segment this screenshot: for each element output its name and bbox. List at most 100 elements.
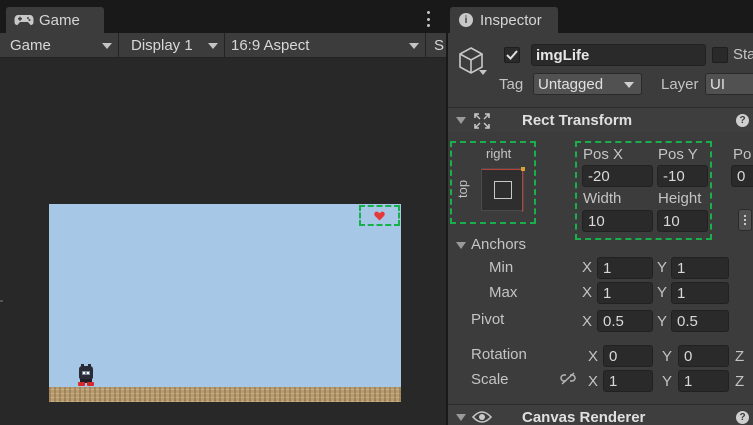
pivot-x-value: 0.5 <box>603 312 624 330</box>
inspector-panel: i Inspector imgLife Sta Tag Untagged Lay… <box>448 0 753 425</box>
pos-y-value: -10 <box>663 167 685 185</box>
pos-z-field[interactable]: 0 <box>731 165 753 187</box>
width-value: 10 <box>588 212 605 230</box>
info-icon: i <box>459 13 473 27</box>
life-image-selection[interactable] <box>359 205 400 226</box>
rotation-label: Rotation <box>471 346 527 363</box>
scale-y-value: 1 <box>684 372 693 390</box>
scale-x-label: X <box>588 373 599 390</box>
object-name-field[interactable]: imgLife <box>531 44 706 66</box>
height-field[interactable]: 10 <box>657 210 708 232</box>
pivot-y-value: 0.5 <box>677 312 698 330</box>
rotation-x-label: X <box>588 348 599 365</box>
tab-game-label: Game <box>39 11 80 29</box>
canvas-renderer-header[interactable]: Canvas Renderer ? <box>448 404 753 425</box>
game-more-menu-icon[interactable] <box>423 11 433 27</box>
chevron-down-icon <box>208 43 218 49</box>
chevron-down-icon <box>102 43 112 49</box>
pos-y-field[interactable]: -10 <box>657 165 708 187</box>
tag-dropdown[interactable]: Untagged <box>533 73 642 95</box>
pos-x-value: -20 <box>588 167 610 185</box>
active-checkbox[interactable] <box>504 47 520 63</box>
min-y-label: Y <box>657 259 668 276</box>
pivot-label: Pivot <box>471 311 505 328</box>
rotation-y-label: Y <box>662 348 673 365</box>
game-screen[interactable] <box>49 204 401 402</box>
anchors-fold-icon[interactable] <box>456 242 466 249</box>
scale-x-field[interactable]: 1 <box>603 370 653 392</box>
layer-dropdown[interactable]: UI <box>705 73 753 95</box>
ground-strip <box>49 387 401 402</box>
pivot-y-field[interactable]: 0.5 <box>671 310 729 332</box>
width-label: Width <box>583 190 622 207</box>
pos-x-field[interactable]: -20 <box>582 165 653 187</box>
max-y-value: 1 <box>677 284 686 302</box>
pos-z-label: Po <box>733 146 752 163</box>
view-mode-value: Game <box>10 37 51 54</box>
player-character-icon <box>78 364 94 386</box>
game-panel: Game Game Display 1 16:9 Aspect S <box>0 0 446 425</box>
rotation-y-value: 0 <box>684 347 693 365</box>
max-x-value: 1 <box>603 284 612 302</box>
inspector-body: imgLife Sta Tag Untagged Layer UI Rect T… <box>448 33 753 425</box>
aspect-dropdown[interactable]: 16:9 Aspect <box>225 33 426 58</box>
width-field[interactable]: 10 <box>582 210 653 232</box>
fold-arrow-icon[interactable] <box>456 414 466 421</box>
max-y-field[interactable]: 1 <box>671 282 729 304</box>
static-checkbox[interactable] <box>712 47 728 63</box>
anchor-preset-button[interactable] <box>481 167 525 212</box>
checkmark-icon <box>506 50 518 60</box>
min-y-field[interactable]: 1 <box>671 257 729 279</box>
anchor-point-icon <box>521 167 525 171</box>
pivot-x-field[interactable]: 0.5 <box>597 310 653 332</box>
scale-y-label: Y <box>662 373 673 390</box>
anchor-top-line <box>482 169 525 170</box>
rotation-x-value: 0 <box>609 347 618 365</box>
anchor-horizontal-label: right <box>486 146 512 161</box>
view-mode-dropdown[interactable]: Game <box>4 33 119 58</box>
max-x-field[interactable]: 1 <box>597 282 653 304</box>
tab-game[interactable]: Game <box>6 7 104 33</box>
display-dropdown[interactable]: Display 1 <box>125 33 225 58</box>
rotation-z-label: Z <box>735 348 745 365</box>
scale-z-label: Z <box>735 373 745 390</box>
blueprint-mode-button[interactable] <box>738 209 752 231</box>
help-icon[interactable]: ? <box>736 411 749 424</box>
pos-y-label: Pos Y <box>658 146 698 163</box>
anchor-vertical-label: top <box>455 179 470 198</box>
help-icon[interactable]: ? <box>736 114 749 127</box>
pivot-y-label: Y <box>657 313 668 330</box>
display-value: Display 1 <box>131 37 193 54</box>
scale-label: S <box>434 37 445 54</box>
pivot-x-label: X <box>582 313 593 330</box>
rect-transform-title: Rect Transform <box>522 112 633 129</box>
eye-icon <box>472 411 492 423</box>
rotation-y-field[interactable]: 0 <box>678 345 729 367</box>
heart-icon <box>374 211 385 220</box>
min-x-field[interactable]: 1 <box>597 257 653 279</box>
pos-z-value: 0 <box>737 167 746 185</box>
min-y-value: 1 <box>677 259 686 277</box>
min-label: Min <box>489 259 514 276</box>
inspector-tab-bar: i Inspector <box>448 0 753 33</box>
rect-transform-header[interactable]: Rect Transform ? <box>448 107 753 132</box>
tab-inspector[interactable]: i Inspector <box>450 7 558 33</box>
game-tab-bar: Game <box>0 0 446 33</box>
chevron-down-icon <box>409 43 419 49</box>
rect-transform-icon <box>474 113 490 129</box>
scale-y-field[interactable]: 1 <box>678 370 729 392</box>
tag-value: Untagged <box>538 75 604 93</box>
scale-x-value: 1 <box>609 372 618 390</box>
max-x-label: X <box>582 284 593 301</box>
scale-slider-label[interactable]: S <box>428 33 446 58</box>
constrain-proportions-icon[interactable] <box>560 372 576 386</box>
chevron-down-icon <box>624 82 634 88</box>
fold-arrow-icon[interactable] <box>456 117 466 124</box>
chevron-down-icon[interactable] <box>479 70 487 75</box>
canvas-renderer-title: Canvas Renderer <box>522 409 646 425</box>
rotation-x-field[interactable]: 0 <box>603 345 653 367</box>
game-toolbar: Game Display 1 16:9 Aspect S <box>0 33 446 58</box>
height-value: 10 <box>663 212 680 230</box>
anchor-rect-icon <box>494 181 512 199</box>
object-name-value: imgLife <box>536 46 590 64</box>
